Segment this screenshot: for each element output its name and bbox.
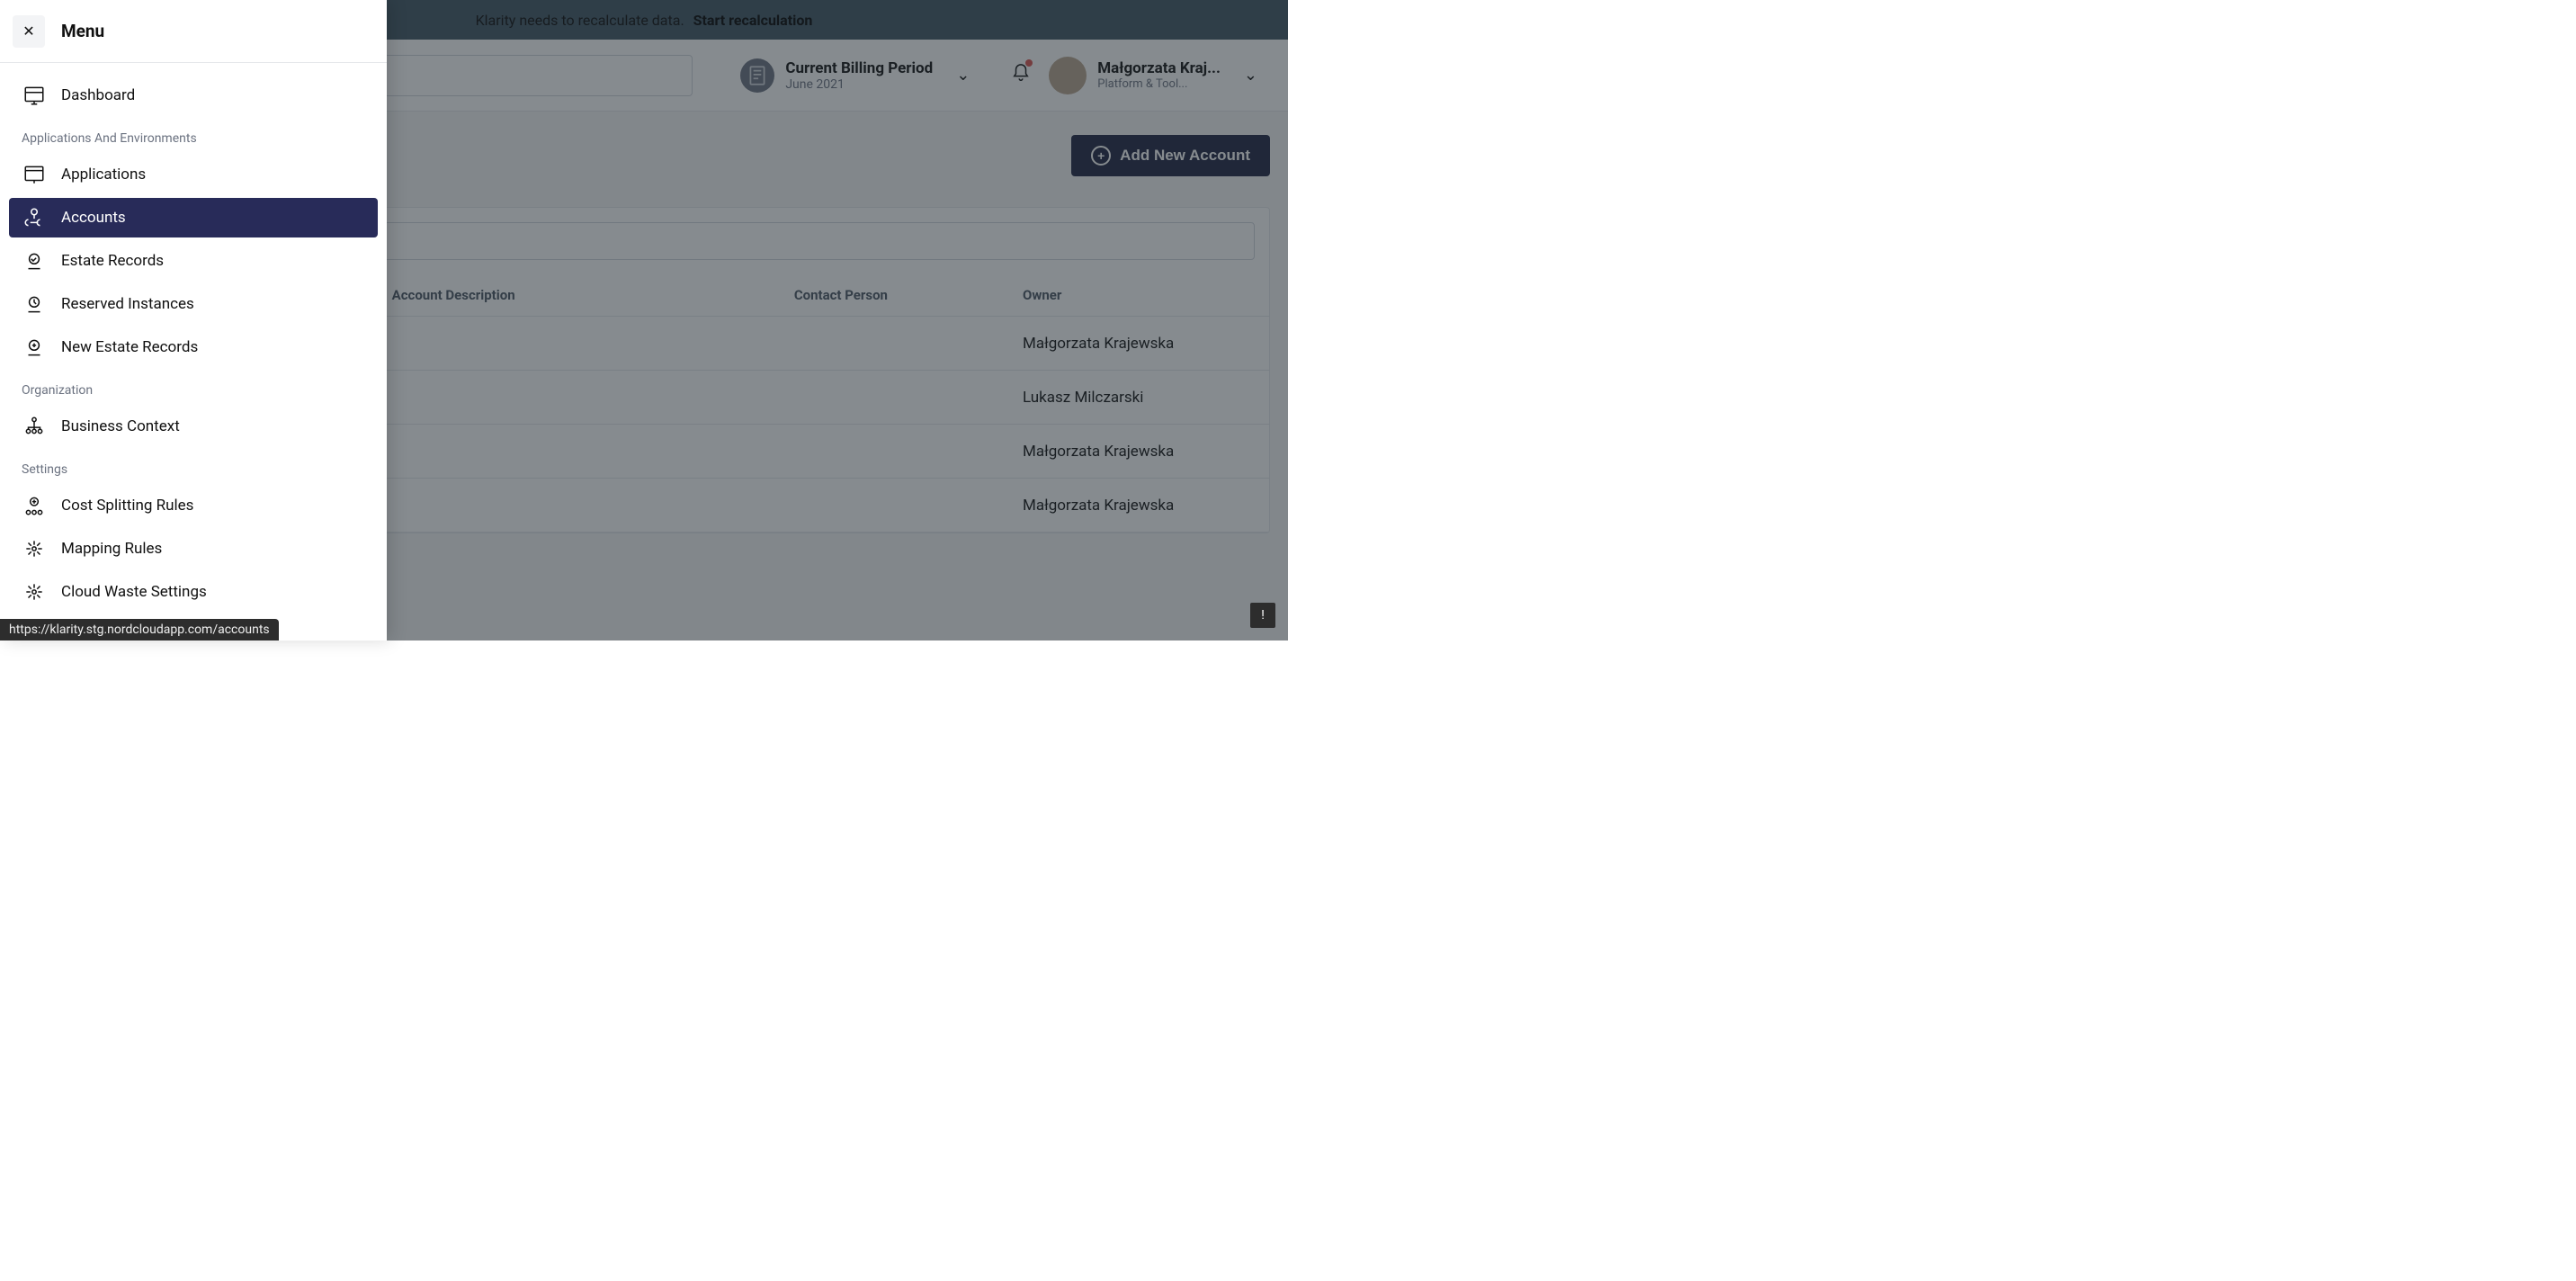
nav-item-label: New Estate Records <box>61 338 198 356</box>
cloud-waste-icon <box>22 579 47 605</box>
applications-icon <box>22 162 47 187</box>
nav-item-label: Dashboard <box>61 86 135 104</box>
section-label-organization: Organization <box>9 371 378 403</box>
dashboard-icon <box>22 83 47 108</box>
mapping-rules-icon <box>22 536 47 561</box>
feedback-button[interactable]: ! <box>1250 603 1275 628</box>
nav-item-estate-records[interactable]: Estate Records <box>9 241 378 281</box>
section-label-settings: Settings <box>9 450 378 482</box>
nav-item-dashboard[interactable]: Dashboard <box>9 76 378 115</box>
nav-item-label: Cost Splitting Rules <box>61 497 193 515</box>
nav-item-business-context[interactable]: Business Context <box>9 407 378 446</box>
menu-nav: Dashboard Applications And Environments … <box>0 63 387 640</box>
nav-item-label: Accounts <box>61 209 126 227</box>
nav-item-new-estate-records[interactable]: New Estate Records <box>9 327 378 367</box>
estate-records-icon <box>22 248 47 273</box>
nav-item-label: Business Context <box>61 417 180 435</box>
nav-item-label: Applications <box>61 166 146 184</box>
section-label-applications: Applications And Environments <box>9 119 378 151</box>
nav-item-applications[interactable]: Applications <box>9 155 378 194</box>
nav-item-label: Mapping Rules <box>61 540 162 558</box>
nav-item-cost-splitting-rules[interactable]: Cost Splitting Rules <box>9 486 378 525</box>
nav-item-label: Estate Records <box>61 252 164 270</box>
feedback-icon: ! <box>1261 608 1265 623</box>
nav-item-mapping-rules[interactable]: Mapping Rules <box>9 529 378 569</box>
nav-item-cloud-waste-settings[interactable]: Cloud Waste Settings <box>9 572 378 612</box>
nav-item-accounts[interactable]: Accounts <box>9 198 378 237</box>
menu-title: Menu <box>61 21 104 41</box>
browser-status-bar: https://klarity.stg.nordcloudapp.com/acc… <box>0 619 279 640</box>
close-icon: ✕ <box>22 22 34 40</box>
accounts-icon <box>22 205 47 230</box>
nav-item-reserved-instances[interactable]: Reserved Instances <box>9 284 378 324</box>
new-estate-records-icon <box>22 335 47 360</box>
close-menu-button[interactable]: ✕ <box>13 15 45 48</box>
business-context-icon <box>22 414 47 439</box>
menu-drawer: ✕ Menu Dashboard Applications And Enviro… <box>0 0 387 640</box>
nav-item-label: Reserved Instances <box>61 295 194 313</box>
nav-item-label: Cloud Waste Settings <box>61 583 207 601</box>
reserved-instances-icon <box>22 291 47 317</box>
cost-splitting-icon <box>22 493 47 518</box>
